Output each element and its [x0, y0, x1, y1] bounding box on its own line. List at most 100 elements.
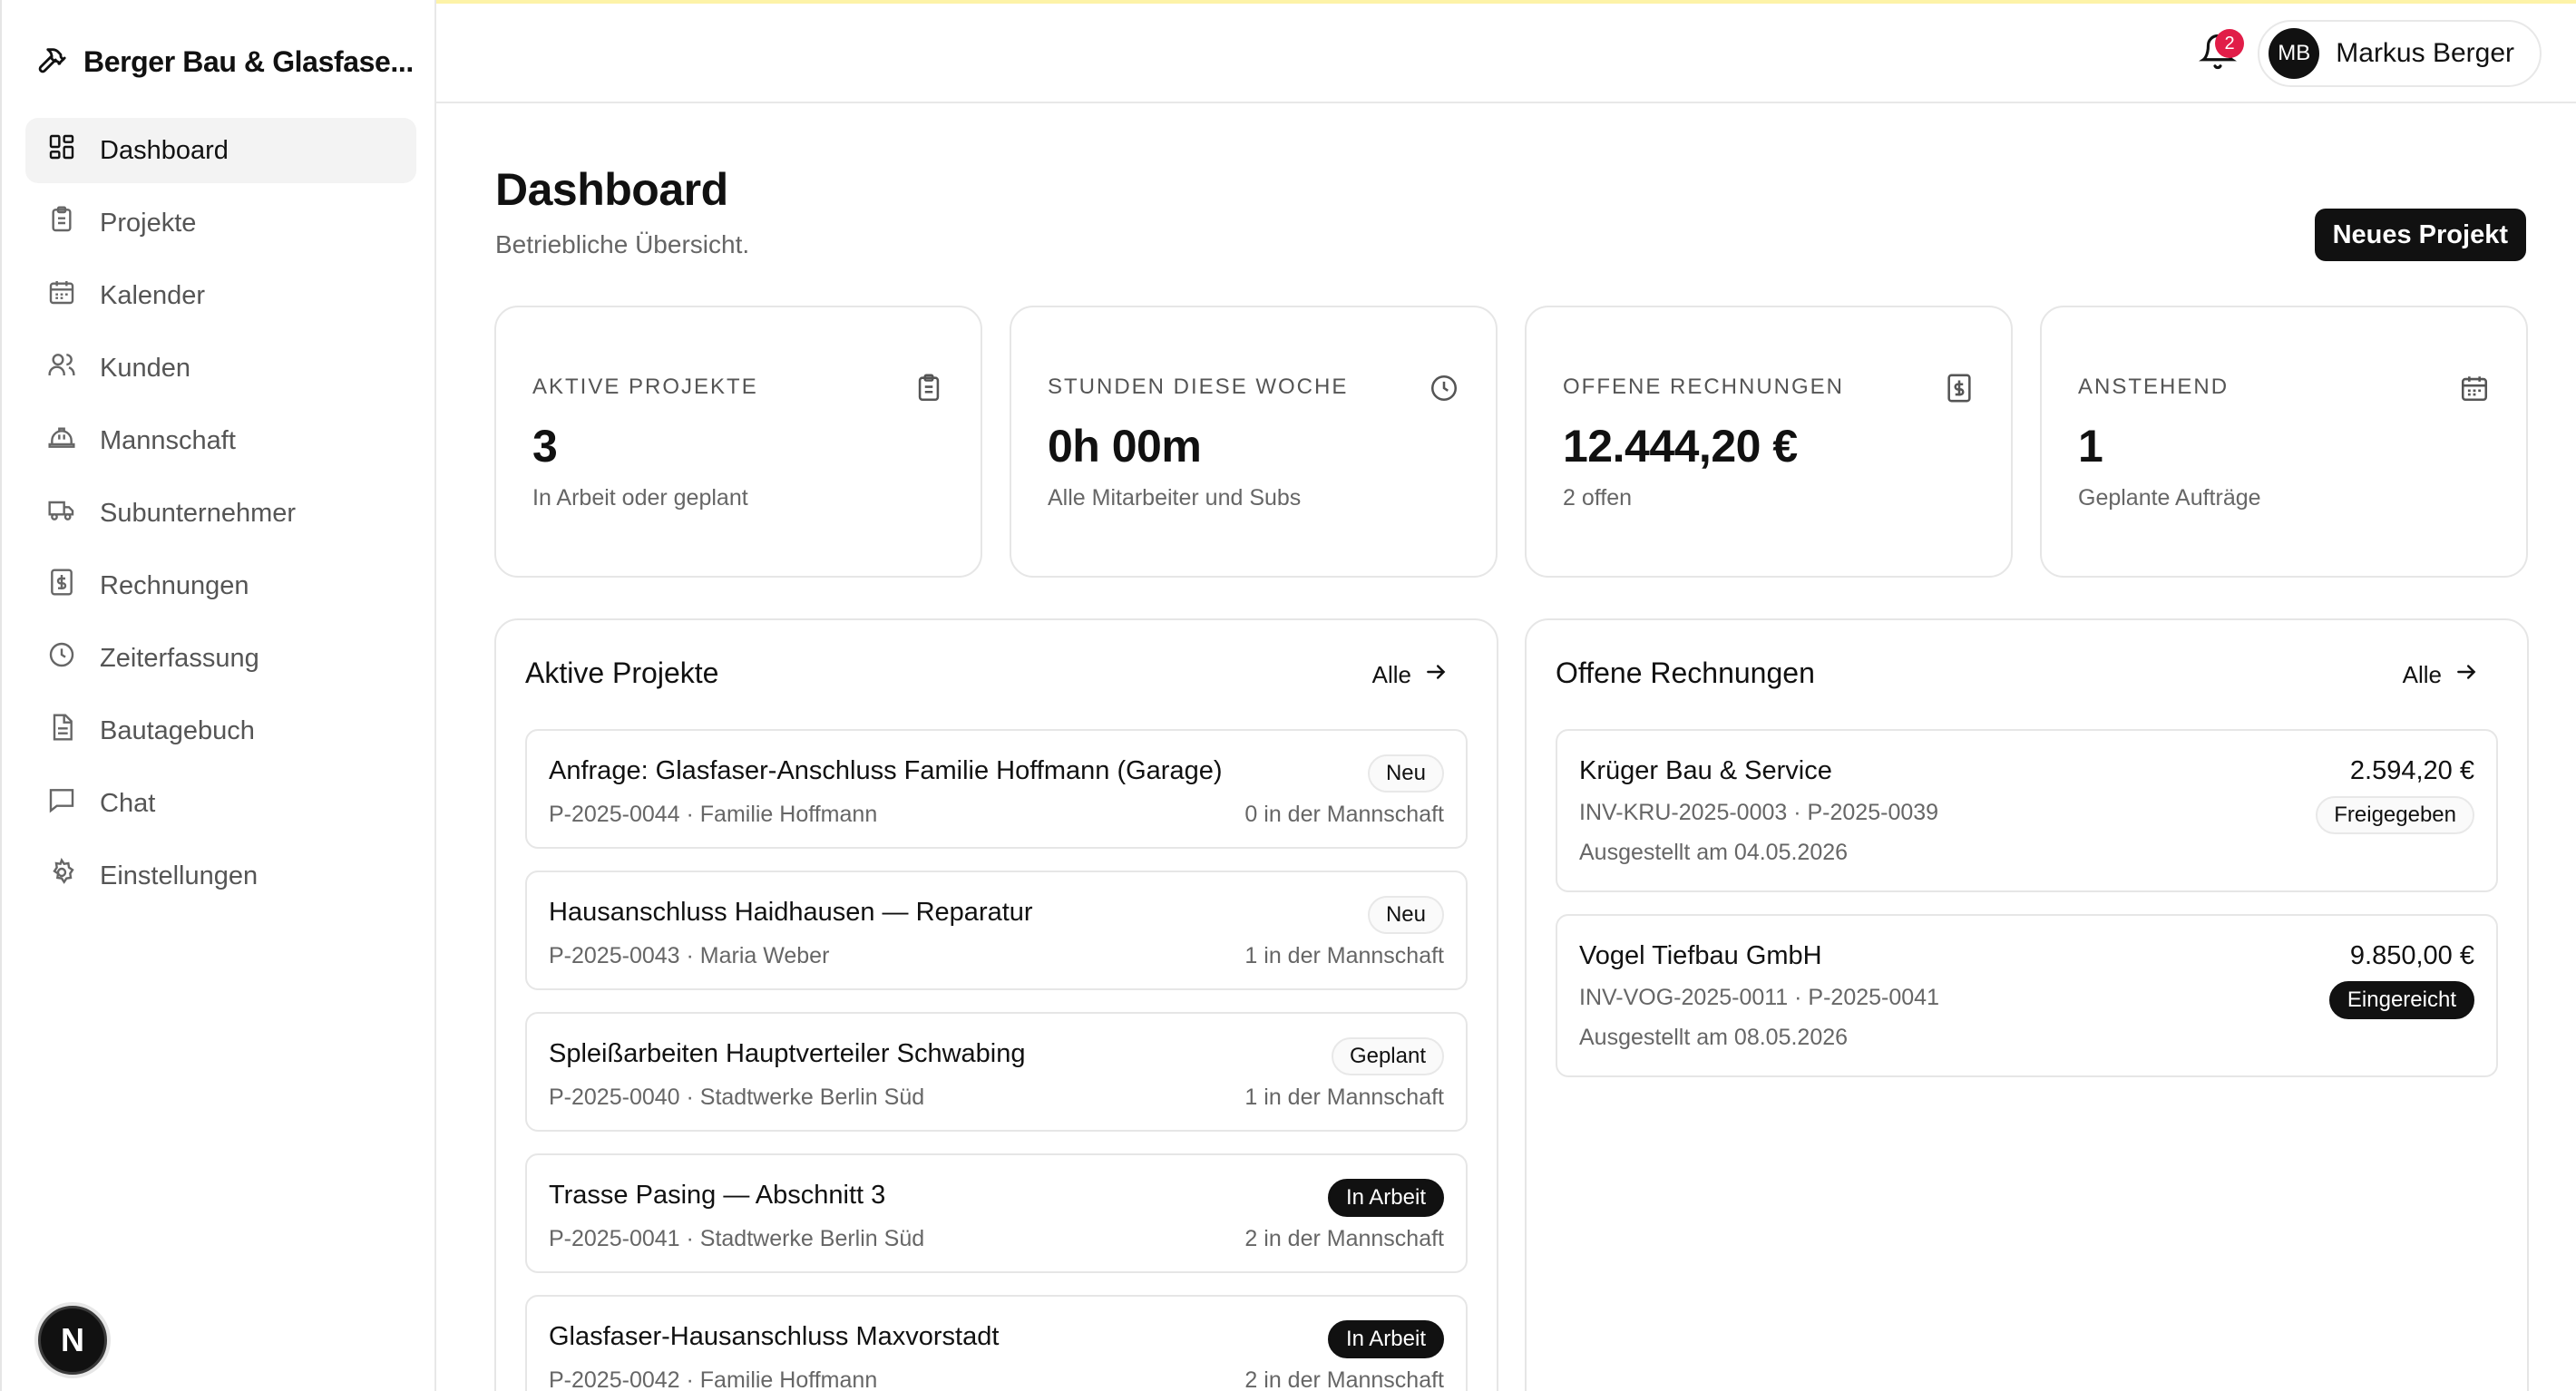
sidebar-item-projekte[interactable]: Projekte: [25, 190, 416, 256]
invoice-dollar-icon: [1944, 373, 1975, 404]
stat-card-active-projects: AKTIVE PROJEKTE 3 In Arbeit oder geplant: [494, 306, 982, 578]
hammer-icon: [36, 44, 67, 80]
user-name: Markus Berger: [2336, 38, 2514, 68]
chat-bubble-icon: [47, 785, 76, 822]
link-label: Alle: [1371, 661, 1411, 688]
sidebar-item-label: Chat: [100, 788, 156, 818]
notification-count-badge: 2: [2215, 29, 2244, 58]
sidebar-item-subunternehmer[interactable]: Subunternehmer: [25, 481, 416, 546]
sidebar-item-bautagebuch[interactable]: Bautagebuch: [25, 698, 416, 764]
gear-icon: [47, 857, 76, 894]
stat-label: ANSTEHEND: [2078, 374, 2230, 399]
sidebar-item-label: Kunden: [100, 353, 190, 383]
page-subtitle: Betriebliche Übersicht.: [495, 230, 750, 258]
project-row[interactable]: Glasfaser-Hausanschluss Maxvorstadt P-20…: [525, 1295, 1468, 1391]
stat-value: 12.444,20 €: [1563, 421, 1798, 472]
users-icon: [47, 350, 76, 386]
notifications-button[interactable]: 2: [2199, 29, 2244, 76]
brand[interactable]: Berger Bau & Glasfase...: [36, 40, 414, 83]
document-icon: [47, 713, 76, 749]
invoices-view-all-link[interactable]: Alle: [2403, 660, 2478, 690]
project-meta: P-2025-0041 · Stadtwerke Berlin Süd: [549, 1226, 925, 1251]
project-row[interactable]: Hausanschluss Haidhausen — Reparatur P-2…: [525, 871, 1468, 990]
project-row[interactable]: Trasse Pasing — Abschnitt 3 P-2025-0041 …: [525, 1153, 1468, 1273]
top-header: 2 MB Markus Berger: [436, 4, 2576, 103]
panel-title: Aktive Projekte: [525, 657, 719, 689]
sidebar-item-label: Mannschaft: [100, 425, 236, 455]
invoice-amount: 9.850,00 €: [2349, 941, 2474, 970]
project-title: Glasfaser-Hausanschluss Maxvorstadt: [549, 1322, 1000, 1351]
open-invoices-panel: Offene Rechnungen Alle Krüger Bau & Serv…: [1525, 618, 2529, 1391]
sidebar-item-kalender[interactable]: Kalender: [25, 263, 416, 328]
project-team-count: 0 in der Mannschaft: [1244, 802, 1444, 827]
invoice-row[interactable]: Krüger Bau & Service 2.594,20 € INV-KRU-…: [1556, 729, 2498, 892]
sidebar-item-label: Zeiterfassung: [100, 643, 259, 673]
new-project-button[interactable]: Neues Projekt: [2314, 209, 2526, 261]
sidebar-nav: Dashboard Projekte Kalender Kunden Manns…: [25, 118, 416, 916]
clock-icon: [1429, 373, 1459, 404]
dev-tools-badge[interactable]: N: [38, 1306, 107, 1375]
sidebar-item-mannschaft[interactable]: Mannschaft: [25, 408, 416, 473]
invoice-row[interactable]: Vogel Tiefbau GmbH 9.850,00 € INV-VOG-20…: [1556, 914, 2498, 1077]
arrow-right-icon: [2454, 660, 2478, 690]
project-meta: P-2025-0044 · Familie Hoffmann: [549, 802, 878, 827]
sidebar-item-einstellungen[interactable]: Einstellungen: [25, 843, 416, 909]
project-title: Hausanschluss Haidhausen — Reparatur: [549, 898, 1033, 927]
status-badge: In Arbeit: [1327, 1179, 1444, 1217]
invoice-amount: 2.594,20 €: [2349, 756, 2474, 785]
sidebar-item-label: Kalender: [100, 280, 206, 310]
clipboard-icon: [47, 205, 76, 241]
stat-card-hours-week: STUNDEN DIESE WOCHE 0h 00m Alle Mitarbei…: [1010, 306, 1498, 578]
status-badge: In Arbeit: [1327, 1320, 1444, 1358]
dashboard-grid-icon: [47, 132, 76, 169]
sidebar-item-label: Bautagebuch: [100, 715, 255, 745]
status-badge: Eingereicht: [2328, 981, 2474, 1019]
stat-value: 0h 00m: [1048, 421, 1202, 472]
sidebar-item-rechnungen[interactable]: Rechnungen: [25, 553, 416, 618]
invoice-customer: Krüger Bau & Service: [1579, 756, 1832, 785]
sidebar-item-dashboard[interactable]: Dashboard: [25, 118, 416, 183]
stat-card-upcoming: ANSTEHEND 1 Geplante Aufträge: [2040, 306, 2528, 578]
stat-card-open-invoices: OFFENE RECHNUNGEN 12.444,20 € 2 offen: [1525, 306, 2013, 578]
stat-label: OFFENE RECHNUNGEN: [1563, 374, 1845, 399]
stat-value: 3: [532, 421, 558, 472]
project-title: Spleißarbeiten Hauptverteiler Schwabing: [549, 1039, 1026, 1068]
link-label: Alle: [2402, 661, 2442, 688]
project-row[interactable]: Anfrage: Glasfaser-Anschluss Familie Hof…: [525, 729, 1468, 849]
stat-value: 1: [2078, 421, 2103, 472]
user-menu-button[interactable]: MB Markus Berger: [2258, 20, 2542, 87]
project-meta: P-2025-0040 · Stadtwerke Berlin Süd: [549, 1085, 925, 1110]
status-badge: Geplant: [1331, 1037, 1444, 1075]
truck-icon: [47, 495, 76, 531]
invoice-date: Ausgestellt am 08.05.2026: [1579, 1025, 1849, 1050]
calendar-icon: [2459, 373, 2490, 404]
project-team-count: 2 in der Mannschaft: [1244, 1367, 1444, 1391]
bell-icon: [2199, 34, 2237, 74]
sidebar-item-label: Subunternehmer: [100, 498, 297, 528]
stat-subtext: 2 offen: [1563, 485, 1633, 511]
brand-name: Berger Bau & Glasfase...: [83, 44, 414, 78]
sidebar-item-chat[interactable]: Chat: [25, 771, 416, 836]
sidebar-item-kunden[interactable]: Kunden: [25, 336, 416, 401]
panel-title: Offene Rechnungen: [1556, 657, 1815, 689]
stat-subtext: Alle Mitarbeiter und Subs: [1048, 485, 1302, 511]
sidebar-item-label: Rechnungen: [100, 570, 249, 600]
status-badge: Neu: [1367, 896, 1444, 934]
clipboard-icon: [913, 373, 944, 404]
calendar-icon: [47, 277, 76, 314]
sidebar-item-zeiterfassung[interactable]: Zeiterfassung: [25, 626, 416, 691]
projects-view-all-link[interactable]: Alle: [1372, 660, 1448, 690]
project-team-count: 2 in der Mannschaft: [1244, 1226, 1444, 1251]
status-badge: Neu: [1367, 754, 1444, 793]
clock-icon: [47, 640, 76, 676]
stat-label: STUNDEN DIESE WOCHE: [1048, 374, 1349, 399]
hard-hat-icon: [47, 423, 76, 459]
sidebar: Berger Bau & Glasfase... Dashboard Proje…: [0, 0, 436, 1391]
project-meta: P-2025-0042 · Familie Hoffmann: [549, 1367, 878, 1391]
project-row[interactable]: Spleißarbeiten Hauptverteiler Schwabing …: [525, 1012, 1468, 1132]
sidebar-item-label: Dashboard: [100, 135, 229, 165]
sidebar-item-label: Einstellungen: [100, 861, 259, 890]
invoice-dollar-icon: [47, 568, 76, 604]
invoice-meta: INV-VOG-2025-0011 · P-2025-0041: [1579, 985, 1939, 1010]
project-team-count: 1 in der Mannschaft: [1244, 943, 1444, 968]
